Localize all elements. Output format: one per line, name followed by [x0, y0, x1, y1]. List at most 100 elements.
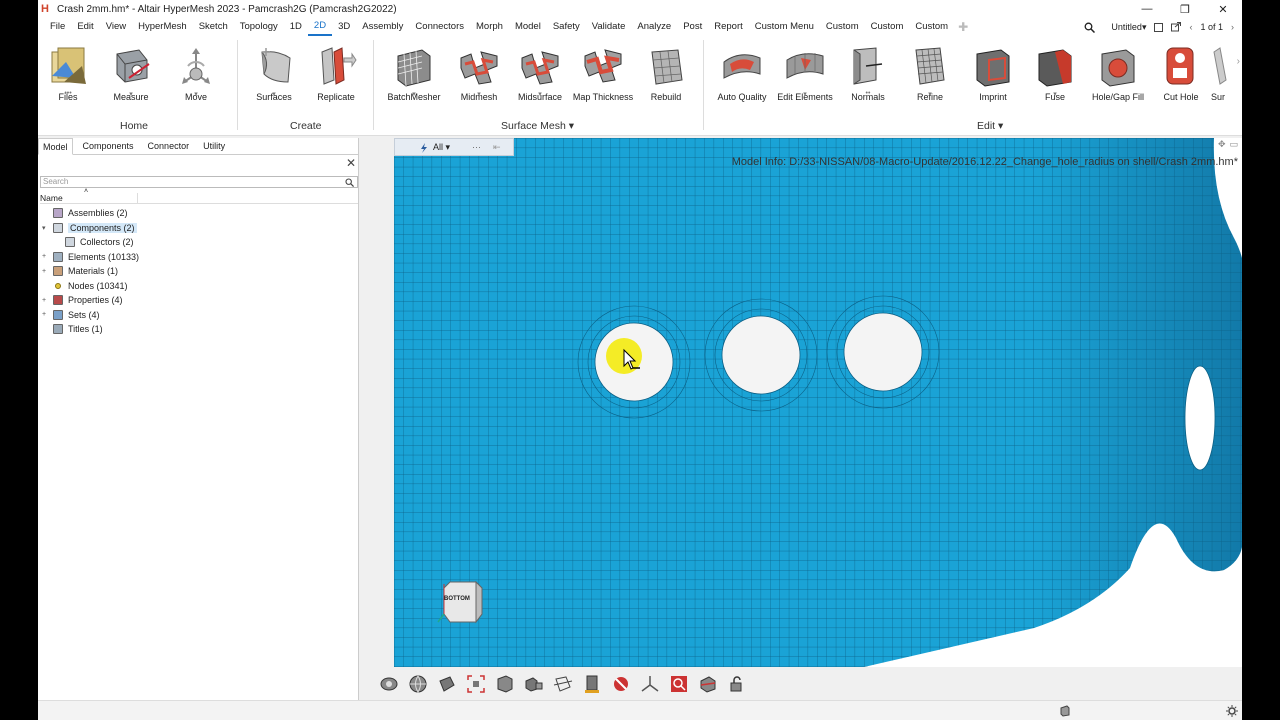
close-panel-icon[interactable]: ✕ — [346, 156, 356, 170]
isolate-icon[interactable] — [523, 673, 545, 695]
menu-connectors[interactable]: Connectors — [409, 18, 470, 36]
view-cube[interactable]: BOTTOM — [436, 578, 484, 626]
menu-safety[interactable]: Safety — [547, 18, 586, 36]
menu-file[interactable]: File — [44, 18, 71, 36]
move-view-icon[interactable]: ✥ — [1218, 139, 1226, 150]
name-column-header[interactable]: Name ˄ — [40, 188, 358, 204]
tree-item-properties[interactable]: + Properties (4) — [42, 293, 139, 308]
tab-utility[interactable]: Utility — [199, 138, 229, 154]
layout-dropdown[interactable]: Untitled▾ — [1111, 22, 1146, 33]
ribbon-scroll-right-icon[interactable]: › — [1237, 56, 1240, 67]
group-surface-mesh[interactable]: Surface Mesh ▾ — [501, 120, 574, 132]
show-entities-icon[interactable] — [494, 673, 516, 695]
menu-analyze[interactable]: Analyze — [631, 18, 677, 36]
menu-topology[interactable]: Topology — [234, 18, 284, 36]
tree-item-components[interactable]: ▾ Components (2) — [42, 221, 139, 236]
menu-3d[interactable]: 3D — [332, 18, 356, 36]
prev-page-icon[interactable]: ‹ — [1189, 22, 1192, 32]
settings-gear-icon[interactable] — [1226, 705, 1238, 717]
shaded-elements-icon[interactable] — [436, 673, 458, 695]
menu-1d[interactable]: 1D — [284, 18, 308, 36]
tab-model[interactable]: Model — [38, 138, 73, 155]
imprint-tool[interactable]: Imprint — [963, 44, 1023, 110]
menu-2d[interactable]: 2D — [307, 18, 333, 36]
tree-item-titles[interactable]: Titles (1) — [42, 322, 139, 337]
tree-item-assemblies[interactable]: Assemblies (2) — [42, 206, 139, 221]
mesh-slot-right[interactable] — [1184, 365, 1216, 471]
plus-icon[interactable]: ✚ — [954, 20, 972, 34]
move-icon — [182, 48, 210, 84]
group-edit[interactable]: Edit ▾ — [977, 120, 1003, 132]
mask-icon[interactable] — [610, 673, 632, 695]
maximize-view-icon[interactable]: ▭ — [1229, 139, 1238, 150]
more-options-icon[interactable]: ··· — [472, 142, 481, 152]
tree-item-collectors[interactable]: Collectors (2) — [42, 235, 139, 250]
minimize-button[interactable]: — — [1128, 0, 1166, 18]
zoom-icon[interactable] — [668, 673, 690, 695]
surfaces-tool[interactable]: ▾ Surfaces — [244, 44, 304, 110]
auto-quality-tool[interactable]: Auto Quality — [712, 44, 772, 110]
batchmesher-tool[interactable]: ▾ BatchMesher — [384, 44, 444, 110]
cut-hole-icon — [1166, 47, 1194, 85]
next-page-icon[interactable]: › — [1231, 22, 1234, 32]
globe-icon[interactable] — [407, 673, 429, 695]
menu-edit[interactable]: Edit — [71, 18, 99, 36]
mesh-canvas[interactable] — [394, 138, 1242, 667]
entity-filter-dropdown[interactable]: All ▾ — [433, 142, 450, 153]
files-tool[interactable]: ••• Files — [38, 44, 98, 110]
coordinate-axes-icon[interactable] — [639, 673, 661, 695]
hole-gap-fill-tool[interactable]: Hole/Gap Fill — [1088, 44, 1148, 110]
restore-button[interactable]: ❐ — [1166, 0, 1204, 18]
transparency-icon[interactable] — [552, 673, 574, 695]
menu-custom-menu[interactable]: Custom Menu — [749, 18, 820, 36]
pin-toolbar-icon[interactable]: ⇤ — [493, 142, 501, 153]
components-icon — [53, 222, 63, 233]
menu-hypermesh[interactable]: HyperMesh — [132, 18, 193, 36]
mesh-hole-3[interactable] — [843, 312, 923, 392]
midsurface-tool[interactable]: ▾ Midsurface — [510, 44, 570, 110]
menu-custom-1[interactable]: Custom — [820, 18, 865, 36]
refine-tool[interactable]: ▾ Refine — [900, 44, 960, 110]
menu-sketch[interactable]: Sketch — [193, 18, 234, 36]
sort-arrow-icon: ˄ — [84, 188, 89, 195]
menu-post[interactable]: Post — [677, 18, 708, 36]
tree-item-materials[interactable]: + Materials (1) — [42, 264, 139, 279]
edit-elements-tool[interactable]: ▾ Edit Elements — [775, 44, 835, 110]
close-window-button[interactable]: ✕ — [1204, 0, 1242, 18]
browser-search-input[interactable]: Search — [40, 176, 358, 188]
fuse-icon — [1038, 49, 1072, 87]
search-icon[interactable] — [1084, 22, 1096, 33]
rebuild-tool[interactable]: Rebuild — [636, 44, 696, 110]
menu-validate[interactable]: Validate — [586, 18, 632, 36]
move-tool[interactable]: ▾ Move — [166, 44, 226, 110]
tab-components[interactable]: Components — [79, 138, 138, 154]
menu-assembly[interactable]: Assembly — [356, 18, 409, 36]
visualization-icon[interactable] — [378, 673, 400, 695]
menu-model[interactable]: Model — [509, 18, 547, 36]
menu-morph[interactable]: Morph — [470, 18, 509, 36]
layout-export-icon[interactable] — [1171, 22, 1182, 32]
midmesh-tool[interactable]: ▾ Midmesh — [449, 44, 509, 110]
measure-tool[interactable]: ▾ Measure — [101, 44, 161, 110]
graphics-viewport[interactable]: All ▾ ··· ⇤ Model Info: D:/33-NISSAN/08-… — [394, 138, 1242, 667]
tab-connector[interactable]: Connector — [144, 138, 194, 154]
component-color-icon[interactable] — [581, 673, 603, 695]
replicate-tool[interactable]: Replicate — [306, 44, 366, 110]
lock-icon[interactable] — [726, 673, 748, 695]
tree-item-elements[interactable]: + Elements (10133) — [42, 250, 139, 265]
mesh-hole-2[interactable] — [721, 315, 801, 395]
menu-custom-3[interactable]: Custom — [909, 18, 954, 36]
normals-tool[interactable]: •• Normals — [838, 44, 898, 110]
surface-tool-partial[interactable]: Sur — [1198, 44, 1238, 110]
layout-square-icon[interactable] — [1154, 22, 1164, 32]
fuse-tool[interactable]: ▾ Fuse — [1025, 44, 1085, 110]
menu-report[interactable]: Report — [708, 18, 749, 36]
tree-item-sets[interactable]: + Sets (4) — [42, 308, 139, 323]
tree-item-nodes[interactable]: Nodes (10341) — [42, 279, 139, 294]
fit-view-icon[interactable] — [465, 673, 487, 695]
menu-custom-2[interactable]: Custom — [865, 18, 910, 36]
map-thickness-tool[interactable]: Map Thickness — [573, 44, 633, 110]
section-cut-icon[interactable] — [697, 673, 719, 695]
menu-view[interactable]: View — [100, 18, 132, 36]
status-component-icon[interactable] — [1059, 705, 1071, 717]
